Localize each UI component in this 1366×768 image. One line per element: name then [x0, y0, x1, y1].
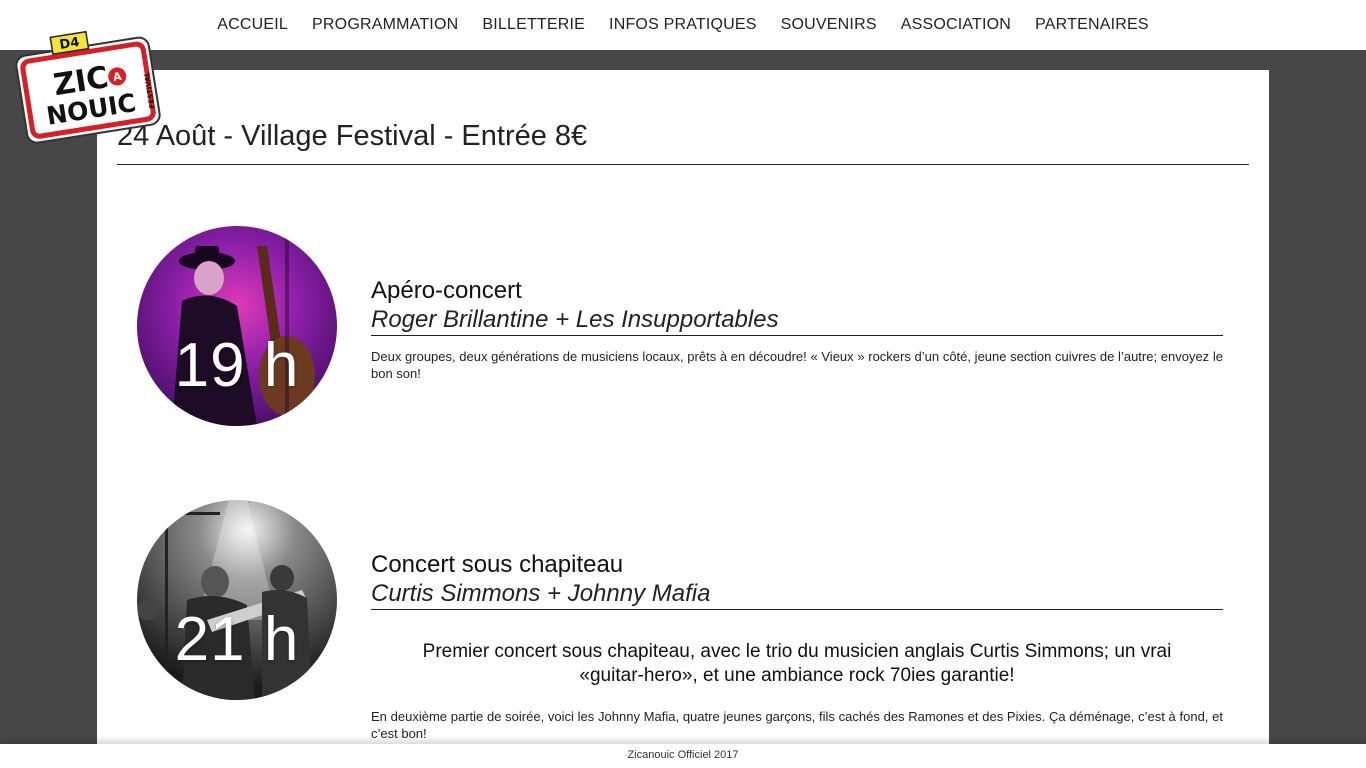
- nav-item-association[interactable]: ASSOCIATION: [901, 16, 1011, 34]
- svg-text:D4: D4: [59, 35, 81, 53]
- content-panel: 24 Août - Village Festival - Entrée 8€ 1…: [97, 70, 1269, 750]
- event-lead: Premier concert sous chapiteau, avec le …: [422, 641, 1172, 686]
- nav-item-infos-pratiques[interactable]: INFOS PRATIQUES: [609, 16, 757, 34]
- event-description: En deuxième partie de soirée, voici les …: [371, 709, 1223, 741]
- event-time: 19 h: [174, 331, 300, 400]
- nav-item-accueil[interactable]: ACCUEIL: [217, 16, 288, 34]
- event-heading: Apéro-concert: [371, 277, 522, 304]
- event-details: Apéro-concert Roger Brillantine + Les In…: [371, 276, 1223, 382]
- event-heading: Concert sous chapiteau: [371, 551, 624, 578]
- page-title: 24 Août - Village Festival - Entrée 8€: [117, 120, 588, 152]
- event-description: Deux groupes, deux générations de musici…: [371, 349, 1223, 381]
- main-nav: ACCUEIL PROGRAMMATION BILLETTERIE INFOS …: [0, 0, 1366, 50]
- logo-graphic: D4 ZIC A NOUIC FESTIVAL: [15, 30, 161, 144]
- event-time: 21 h: [174, 605, 300, 674]
- footer: Zicanouic Officiel 2017: [0, 744, 1366, 768]
- event-artists: Curtis Simmons + Johnny Mafia: [371, 580, 1223, 610]
- title-divider: [117, 164, 1249, 165]
- footer-text: Zicanouic Officiel 2017: [627, 749, 739, 761]
- event-artists: Roger Brillantine + Les Insupportables: [371, 306, 1223, 336]
- nav-item-billetterie[interactable]: BILLETTERIE: [482, 16, 585, 34]
- nav-item-souvenirs[interactable]: SOUVENIRS: [781, 16, 877, 34]
- nav-item-partenaires[interactable]: PARTENAIRES: [1035, 16, 1149, 34]
- event-details: Concert sous chapiteau Curtis Simmons + …: [371, 550, 1223, 742]
- festival-logo[interactable]: D4 ZIC A NOUIC FESTIVAL: [15, 28, 163, 146]
- nav-item-programmation[interactable]: PROGRAMMATION: [312, 16, 458, 34]
- event-photo: 19 h: [137, 226, 337, 426]
- event-photo: 21 h: [137, 500, 337, 700]
